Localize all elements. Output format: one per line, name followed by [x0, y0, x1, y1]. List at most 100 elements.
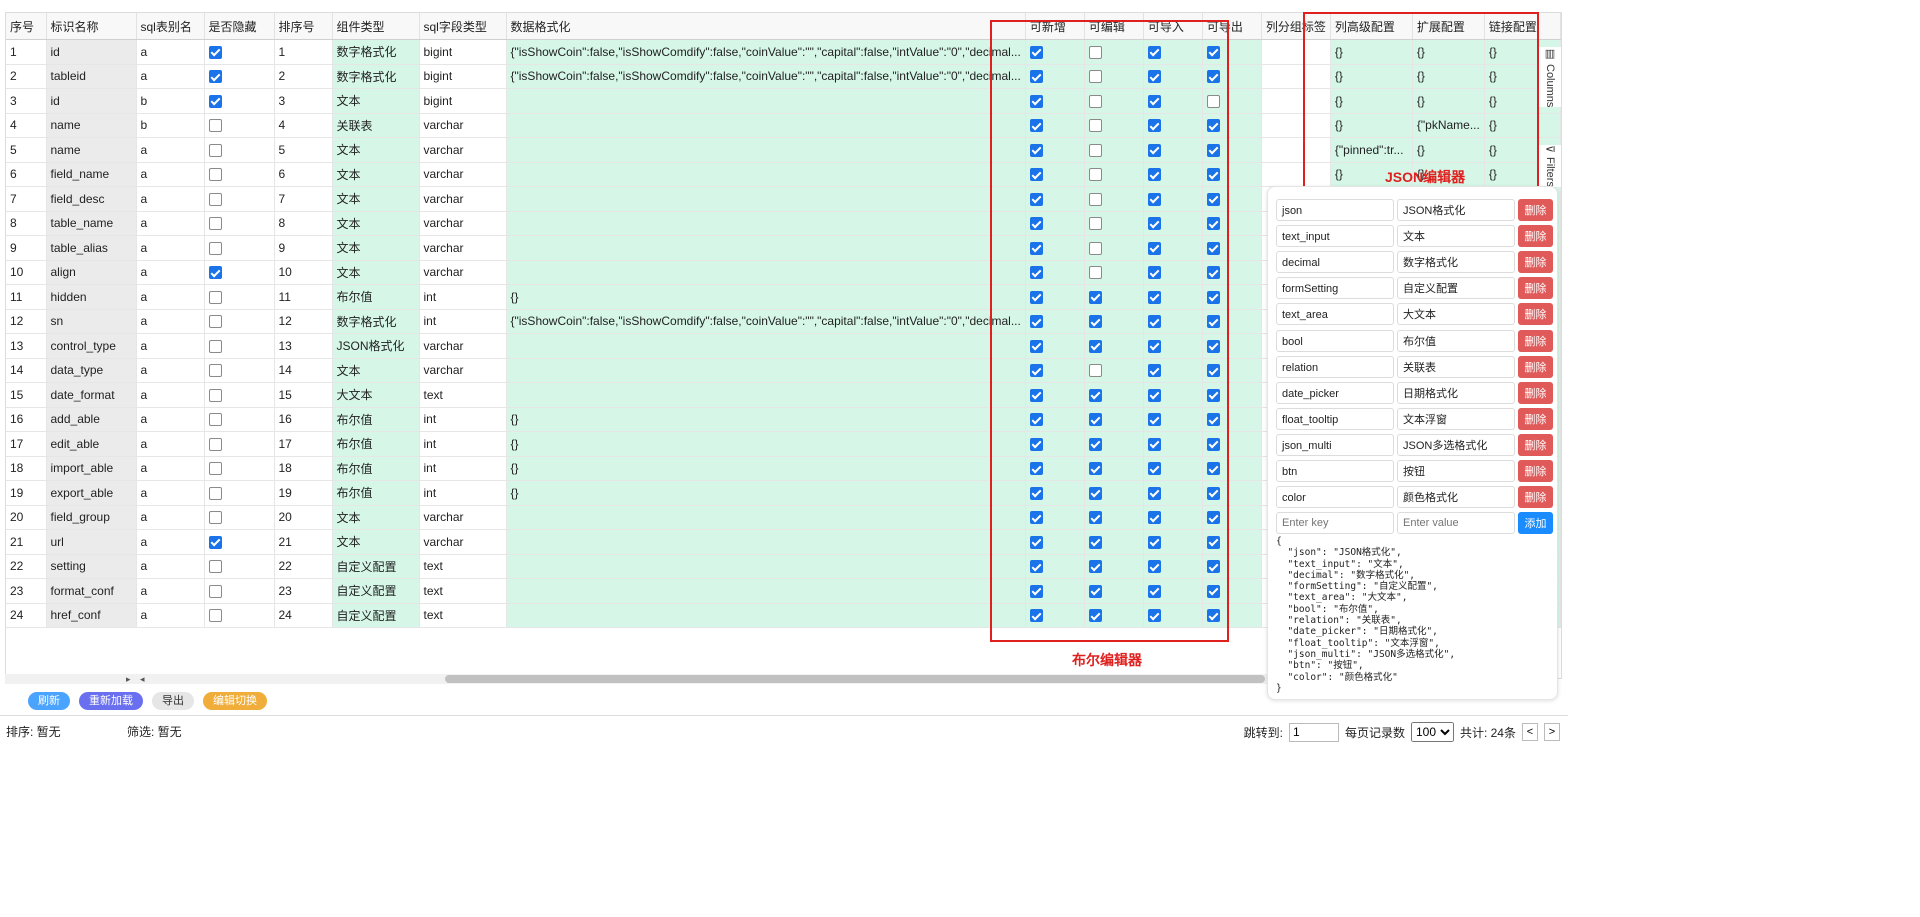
- checkbox[interactable]: [1029, 413, 1043, 427]
- col-alias-cell[interactable]: a: [136, 211, 205, 236]
- checkbox[interactable]: [1206, 168, 1220, 182]
- kv-value-field[interactable]: 关联表: [1397, 355, 1515, 378]
- checkbox[interactable]: [1029, 119, 1043, 133]
- col-format-cell[interactable]: [506, 382, 1026, 408]
- kv-key-field[interactable]: json_multi: [1276, 433, 1394, 456]
- checkbox[interactable]: [1206, 290, 1220, 304]
- col-ctype-cell[interactable]: 文本: [332, 529, 420, 555]
- col-sqltype-cell[interactable]: int: [419, 431, 507, 457]
- checkbox[interactable]: [1029, 70, 1043, 84]
- col-sort-cell[interactable]: 5: [274, 137, 333, 163]
- col-import-header[interactable]: 可导入: [1143, 13, 1203, 40]
- delete-button[interactable]: 删除: [1518, 355, 1553, 378]
- col-ctype-cell[interactable]: JSON格式化: [332, 333, 420, 359]
- col-ctype-cell[interactable]: 文本: [332, 211, 420, 236]
- kv-key-field[interactable]: relation: [1276, 355, 1394, 378]
- col-index-header[interactable]: 序号: [6, 13, 47, 40]
- scroll-left-icon[interactable]: ◂: [140, 674, 145, 685]
- checkbox[interactable]: [208, 560, 222, 574]
- col-group-cell[interactable]: [1261, 64, 1331, 89]
- col-name-cell[interactable]: data_type: [46, 358, 137, 383]
- col-index-cell[interactable]: 19: [6, 480, 47, 506]
- col-sqltype-cell[interactable]: text: [419, 603, 507, 628]
- checkbox[interactable]: [208, 584, 222, 598]
- col-ctype-cell[interactable]: 布尔值: [332, 456, 420, 481]
- table-row[interactable]: 6 field_name a 6 文本 varchar{}{}{}: [6, 162, 1561, 187]
- col-group-cell[interactable]: [1261, 39, 1331, 65]
- col-sqltype-cell[interactable]: varchar: [419, 358, 507, 383]
- checkbox[interactable]: [1147, 413, 1161, 427]
- checkbox[interactable]: [1147, 70, 1161, 84]
- col-ctype-cell[interactable]: 数字格式化: [332, 39, 420, 65]
- col-name-cell[interactable]: field_group: [46, 505, 137, 530]
- col-sqltype-header[interactable]: sql字段类型: [419, 13, 507, 40]
- checkbox[interactable]: [1088, 364, 1102, 378]
- col-link-header[interactable]: 链接配置: [1484, 13, 1561, 40]
- col-sort-cell[interactable]: 6: [274, 162, 333, 187]
- col-ctype-cell[interactable]: 文本: [332, 358, 420, 383]
- checkbox[interactable]: [1029, 560, 1043, 574]
- col-index-cell[interactable]: 11: [6, 284, 47, 310]
- checkbox[interactable]: [208, 119, 222, 133]
- col-index-cell[interactable]: 20: [6, 505, 47, 530]
- checkbox[interactable]: [1206, 192, 1220, 206]
- col-hidden-header[interactable]: 是否隐藏: [204, 13, 275, 40]
- checkbox[interactable]: [1147, 339, 1161, 353]
- col-alias-cell[interactable]: a: [136, 260, 205, 285]
- col-ctype-cell[interactable]: 文本: [332, 88, 420, 114]
- col-extension-cell[interactable]: {}: [1412, 39, 1485, 65]
- checkbox[interactable]: [208, 192, 222, 206]
- col-format-cell[interactable]: [506, 358, 1026, 383]
- col-group-header[interactable]: 列分组标签: [1261, 13, 1331, 40]
- checkbox[interactable]: [1147, 217, 1161, 231]
- col-index-cell[interactable]: 8: [6, 211, 47, 236]
- col-name-cell[interactable]: date_format: [46, 382, 137, 408]
- col-group-cell[interactable]: [1261, 137, 1331, 163]
- checkbox[interactable]: [1088, 388, 1102, 402]
- checkbox[interactable]: [1088, 241, 1102, 255]
- col-name-cell[interactable]: id: [46, 88, 137, 114]
- col-ctype-cell[interactable]: 布尔值: [332, 407, 420, 432]
- col-index-cell[interactable]: 4: [6, 113, 47, 138]
- jump-input[interactable]: [1288, 722, 1339, 742]
- kv-key-field[interactable]: float_tooltip: [1276, 407, 1394, 430]
- col-ctype-header[interactable]: 组件类型: [332, 13, 420, 40]
- col-sort-cell[interactable]: 20: [274, 505, 333, 530]
- checkbox[interactable]: [208, 217, 222, 231]
- col-alias-cell[interactable]: a: [136, 554, 205, 579]
- col-sqltype-cell[interactable]: int: [419, 456, 507, 481]
- refresh-button[interactable]: 刷新: [28, 692, 70, 710]
- col-name-cell[interactable]: hidden: [46, 284, 137, 310]
- col-alias-cell[interactable]: a: [136, 431, 205, 457]
- col-format-cell[interactable]: {"isShowCoin":false,"isShowComdify":fals…: [506, 64, 1026, 89]
- checkbox[interactable]: [1147, 462, 1161, 476]
- checkbox[interactable]: [1029, 462, 1043, 476]
- col-index-cell[interactable]: 16: [6, 407, 47, 432]
- kv-value-field[interactable]: 自定义配置: [1397, 277, 1515, 300]
- col-sqltype-cell[interactable]: bigint: [419, 88, 507, 114]
- delete-button[interactable]: 删除: [1518, 407, 1553, 430]
- checkbox[interactable]: [1147, 266, 1161, 280]
- col-alias-cell[interactable]: a: [136, 382, 205, 408]
- col-sort-cell[interactable]: 15: [274, 382, 333, 408]
- delete-button[interactable]: 删除: [1518, 381, 1553, 404]
- checkbox[interactable]: [1147, 535, 1161, 549]
- checkbox[interactable]: [1029, 143, 1043, 157]
- col-extension-cell[interactable]: {}: [1412, 64, 1485, 89]
- col-index-cell[interactable]: 2: [6, 64, 47, 89]
- checkbox[interactable]: [1088, 266, 1102, 280]
- col-sort-cell[interactable]: 7: [274, 186, 333, 212]
- kv-value-field[interactable]: 文本: [1397, 225, 1515, 248]
- col-format-cell[interactable]: {}: [506, 480, 1026, 506]
- col-name-cell[interactable]: url: [46, 529, 137, 555]
- col-format-cell[interactable]: [506, 603, 1026, 628]
- col-sort-cell[interactable]: 16: [274, 407, 333, 432]
- checkbox[interactable]: [1088, 94, 1102, 108]
- col-sqltype-cell[interactable]: varchar: [419, 186, 507, 212]
- checkbox[interactable]: [1206, 388, 1220, 402]
- col-format-cell[interactable]: [506, 260, 1026, 285]
- table-row[interactable]: 3 id b 3 文本 bigint{}{}{}: [6, 88, 1561, 114]
- col-advanced-header[interactable]: 列高级配置: [1330, 13, 1413, 40]
- checkbox[interactable]: [1206, 535, 1220, 549]
- kv-key-field[interactable]: date_picker: [1276, 381, 1394, 404]
